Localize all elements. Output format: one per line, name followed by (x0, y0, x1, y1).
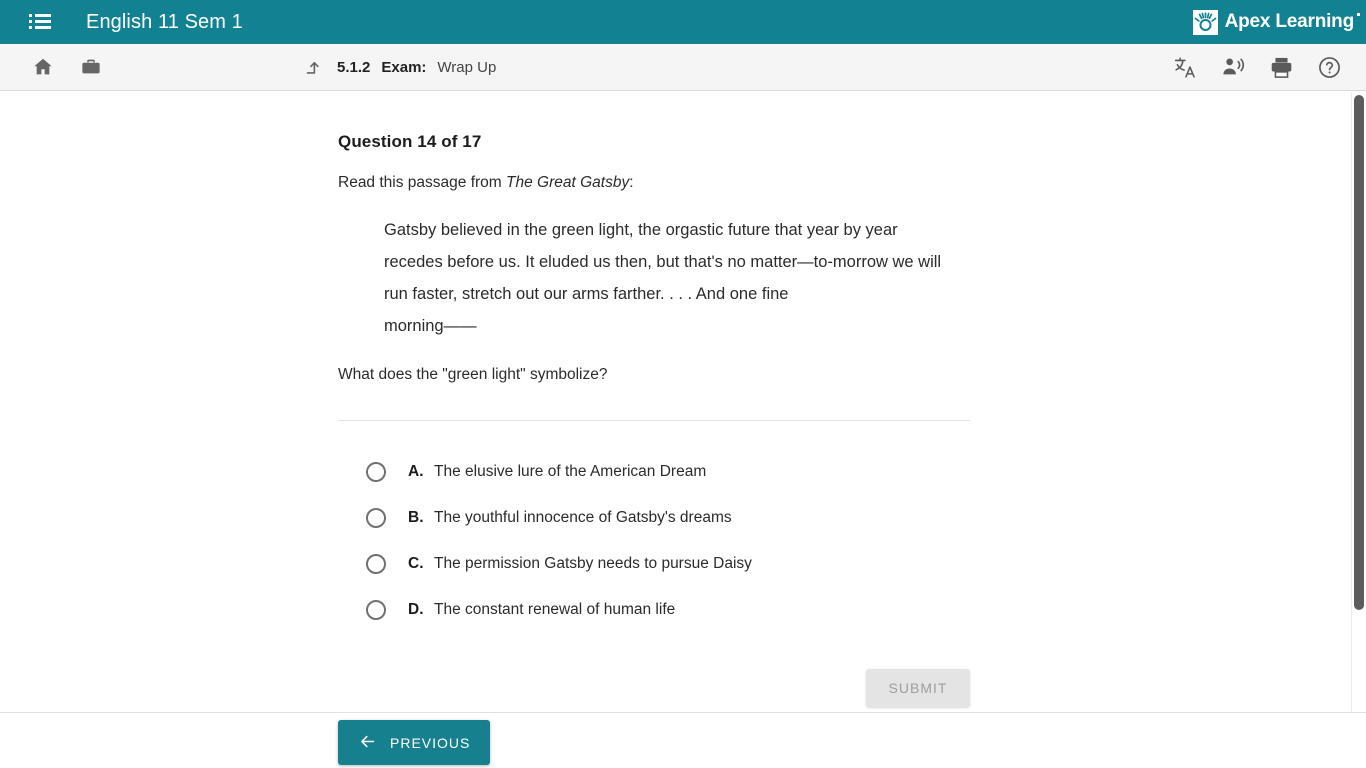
page-title: Question 14 of 17 (338, 132, 482, 151)
radio-button-d[interactable] (366, 600, 386, 620)
print-icon[interactable] (1268, 54, 1294, 80)
help-icon[interactable] (1316, 54, 1342, 80)
breadcrumb: 5.1.2 Exam: Wrap Up (300, 54, 496, 80)
answer-option-d[interactable]: D. The constant renewal of human life (338, 587, 1366, 633)
up-level-arrow-icon[interactable] (300, 54, 326, 80)
exam-page: English 11 Sem 1 Apex Learning 5.1.2 Exa… (0, 0, 1366, 768)
course-title: English 11 Sem 1 (86, 10, 243, 33)
option-letter-a: A. (408, 463, 424, 480)
radio-button-c[interactable] (366, 554, 386, 574)
book-title: The Great Gatsby (506, 174, 630, 191)
answer-option-b[interactable]: B. The youthful innocence of Gatsby's dr… (338, 495, 1366, 541)
radio-button-b[interactable] (366, 508, 386, 528)
brand-name: Apex Learning (1224, 11, 1361, 32)
vertical-scrollbar[interactable] (1351, 92, 1366, 712)
radio-button-a[interactable] (366, 462, 386, 482)
passage-intro-prefix: Read this passage from (338, 174, 507, 191)
read-aloud-icon[interactable] (1220, 54, 1246, 80)
scrollbar-thumb[interactable] (1354, 95, 1364, 610)
option-letter-c: C. (408, 555, 424, 572)
question-prompt: What does the "green light" symbolize? (338, 366, 608, 383)
passage-intro-suffix: : (629, 174, 634, 191)
translate-icon[interactable] (1172, 54, 1198, 80)
passage-line-2: morning—— (384, 317, 477, 335)
answer-option-a[interactable]: A. The elusive lure of the American Drea… (338, 449, 1366, 495)
divider (338, 420, 970, 421)
previous-button-label: PREVIOUS (390, 734, 471, 751)
option-letter-b: B. (408, 509, 424, 526)
answer-option-c[interactable]: C. The permission Gatsby needs to pursue… (338, 541, 1366, 587)
passage-intro: Read this passage from The Great Gatsby: (338, 174, 1366, 192)
breadcrumb-number: 5.1.2 (337, 58, 371, 76)
briefcase-icon[interactable] (78, 54, 104, 80)
submit-button[interactable]: SUBMIT (866, 669, 970, 707)
menu-button[interactable] (18, 0, 62, 44)
option-text-b: The youthful innocence of Gatsby's dream… (434, 509, 732, 526)
option-letter-d: D. (408, 601, 424, 618)
option-text-d: The constant renewal of human life (434, 601, 676, 618)
footer-bar: PREVIOUS (0, 712, 1366, 768)
top-bar: English 11 Sem 1 Apex Learning (0, 0, 1366, 44)
breadcrumb-type: Exam: (381, 58, 427, 76)
apex-sunburst-logo-icon (1192, 9, 1218, 35)
previous-button[interactable]: PREVIOUS (338, 720, 491, 765)
home-icon[interactable] (30, 54, 56, 80)
option-text-a: The elusive lure of the American Dream (434, 463, 707, 480)
breadcrumb-name: Wrap Up (437, 58, 497, 76)
sub-toolbar: 5.1.2 Exam: Wrap Up (0, 44, 1366, 91)
brand-logo[interactable]: Apex Learning (1192, 0, 1361, 44)
passage-blockquote: Gatsby believed in the green light, the … (384, 214, 944, 342)
question-content: Question 14 of 17 Read this passage from… (0, 92, 1366, 712)
arrow-left-icon (358, 733, 377, 753)
option-text-c: The permission Gatsby needs to pursue Da… (434, 555, 752, 572)
answer-options: A. The elusive lure of the American Drea… (338, 449, 1366, 633)
submit-row: SUBMIT (338, 669, 970, 707)
list-icon (29, 14, 51, 30)
passage-line-1: Gatsby believed in the green light, the … (384, 221, 942, 303)
